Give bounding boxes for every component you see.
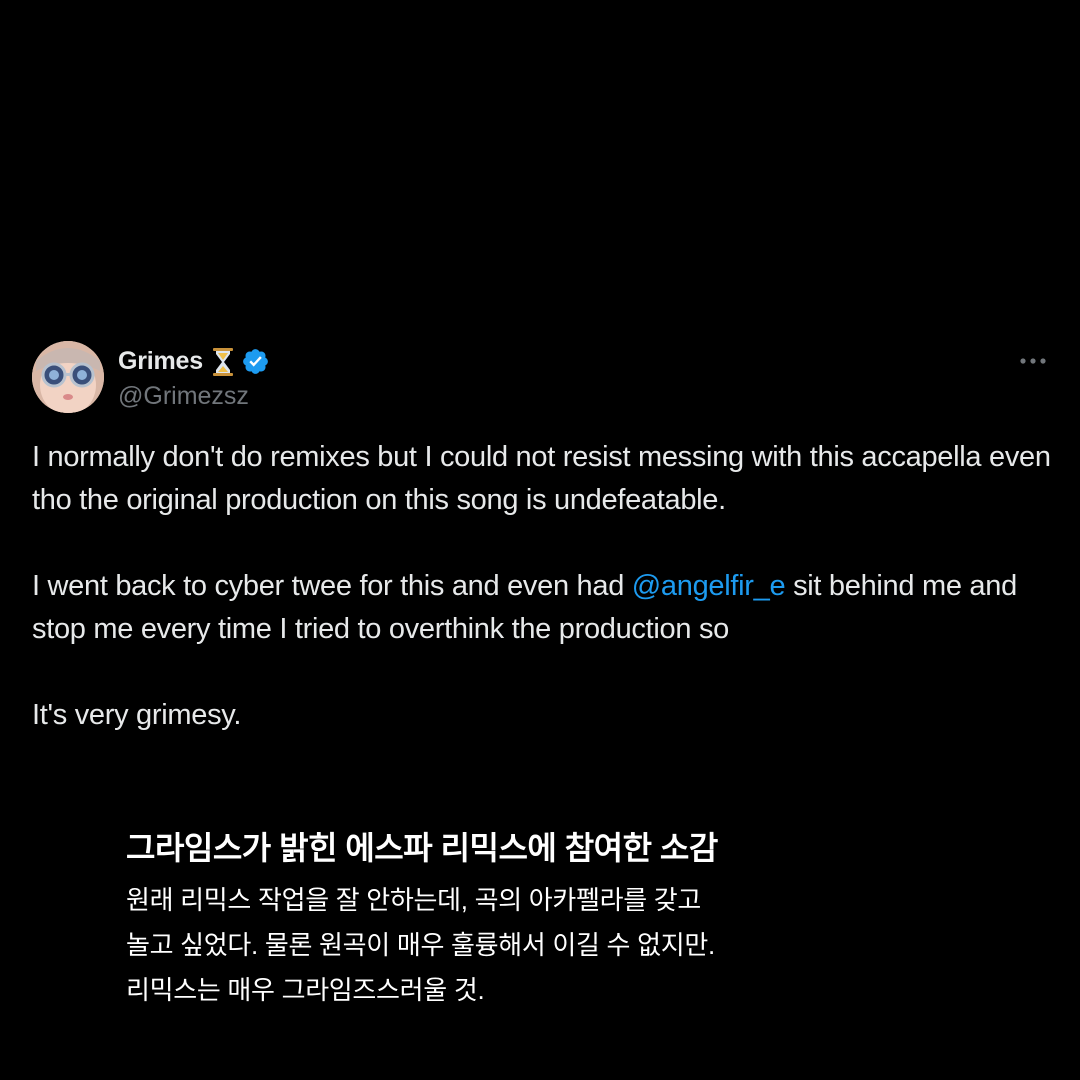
display-name[interactable]: Grimes <box>118 347 203 376</box>
avatar-image <box>32 341 104 413</box>
tweet-header: Grimes @Grimezsz <box>32 340 1052 414</box>
avatar[interactable] <box>32 341 104 413</box>
tweet-paragraph-1: I normally don't do remixes but I could … <box>32 441 1051 516</box>
mention-link[interactable]: @angelfir_e <box>632 570 786 602</box>
name-row: Grimes <box>118 344 270 380</box>
translation-caption: 그라임스가 밝힌 에스파 리믹스에 참여한 소감 원래 리믹스 작업을 잘 안하… <box>126 826 946 1013</box>
caption-line-3: 리믹스는 매우 그라임즈스러울 것. <box>126 975 485 1005</box>
verified-badge-icon <box>241 347 270 376</box>
caption-body: 원래 리믹스 작업을 잘 안하는데, 곡의 아카펠라를 갖고 놀고 싶었다. 물… <box>126 878 946 1013</box>
caption-title: 그라임스가 밝힌 에스파 리믹스에 참여한 소감 <box>126 830 718 866</box>
tweet-paragraph-2: I went back to cyber twee for this and e… <box>32 565 1052 651</box>
caption-line-1: 원래 리믹스 작업을 잘 안하는데, 곡의 아카펠라를 갖고 <box>126 885 702 915</box>
user-handle[interactable]: @Grimezsz <box>118 382 270 411</box>
tweet-text: I normally don't do remixes but I could … <box>32 436 1052 737</box>
tweet-paragraph-3: It's very grimesy. <box>32 699 242 731</box>
tweet-paragraph-2-text-before: I went back to cyber twee for this and e… <box>32 570 632 602</box>
hourglass-icon <box>211 347 235 377</box>
caption-line-2: 놀고 싶었다. 물론 원곡이 매우 훌륭해서 이길 수 없지만. <box>126 930 715 960</box>
user-identity: Grimes @Grimezsz <box>118 344 270 411</box>
more-options-icon[interactable] <box>1018 354 1048 366</box>
tweet-card: Grimes @Grimezsz I normally don't do rem… <box>32 340 1052 737</box>
